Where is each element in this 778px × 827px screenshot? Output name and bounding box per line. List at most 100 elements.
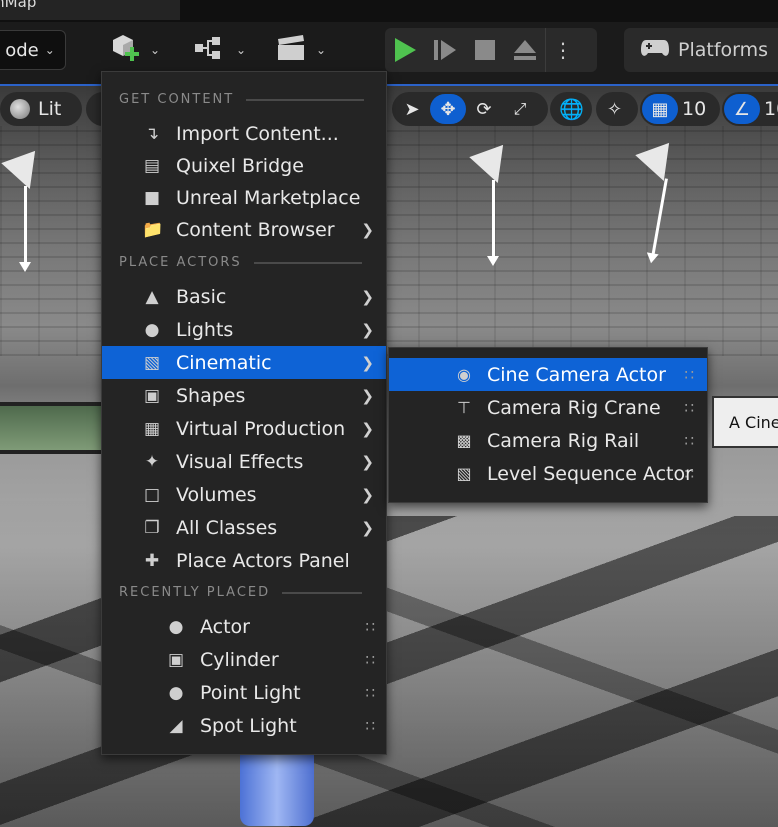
menu-item-virtual-production[interactable]: ▦ Virtual Production ❯: [102, 412, 386, 445]
section-label: PLACE ACTORS: [119, 255, 242, 270]
menu-item-basic[interactable]: ▲ Basic ❯: [102, 280, 386, 313]
menu-item-quixel-bridge[interactable]: ▤ Quixel Bridge: [102, 149, 386, 182]
scale-tool-button[interactable]: ⤢: [502, 94, 538, 124]
chevron-right-icon: ❯: [361, 386, 374, 405]
chevron-down-icon: ⌄: [316, 43, 327, 57]
section-get-content: GET CONTENT: [119, 92, 365, 107]
tooltip-text: A Cine: [729, 412, 778, 432]
drag-handle-icon[interactable]: ∷: [684, 465, 694, 483]
advance-frame-button[interactable]: [425, 28, 465, 72]
submenu-item-camera-rig-rail[interactable]: ▩ Camera Rig Rail ∷: [389, 424, 707, 457]
add-actor-icon: ✚: [144, 551, 160, 571]
recent-item-actor[interactable]: ● Actor ∷: [102, 610, 386, 643]
mode-label: ode: [5, 39, 39, 61]
menu-item-label: Content Browser: [176, 218, 335, 241]
chevron-right-icon: ❯: [361, 320, 374, 339]
drag-handle-icon[interactable]: ∷: [684, 399, 694, 417]
menu-item-place-actors-panel[interactable]: ✚ Place Actors Panel: [102, 544, 386, 577]
stack-icon: ❐: [144, 518, 160, 538]
menu-item-lights[interactable]: ● Lights ❯: [102, 313, 386, 346]
platforms-label: Platforms: [678, 39, 769, 61]
platforms-button[interactable]: Platforms: [624, 28, 778, 72]
recent-item-spot-light[interactable]: ◢ Spot Light ∷: [102, 709, 386, 742]
recent-item-cylinder[interactable]: ▣ Cylinder ∷: [102, 643, 386, 676]
drag-handle-icon[interactable]: ∷: [684, 432, 694, 450]
grid-snap-toggle[interactable]: ▦: [642, 94, 678, 124]
transform-tools: ➤ ✥ ⟳ ⤢: [392, 92, 548, 126]
drag-handle-icon[interactable]: ∷: [365, 618, 374, 636]
menu-item-shapes[interactable]: ▣ Shapes ❯: [102, 379, 386, 412]
chevron-right-icon: ❯: [361, 287, 374, 306]
menu-item-cinematic[interactable]: ▧ Cinematic ❯: [102, 346, 386, 379]
person-frame-icon: ▦: [143, 419, 161, 439]
chevron-down-icon: ⌄: [236, 43, 247, 57]
globe-icon: 🌐: [559, 97, 584, 121]
rotation-snap-toggle[interactable]: ∠: [724, 94, 760, 124]
import-icon: ↴: [144, 124, 160, 144]
spot-light-gizmo[interactable]: [1, 150, 52, 276]
play-options-button[interactable]: ⋮: [545, 28, 580, 72]
chevron-right-icon: ❯: [361, 220, 374, 239]
chevron-right-icon: ❯: [361, 419, 374, 438]
menu-item-import-content[interactable]: ↴ Import Content...: [102, 117, 386, 150]
recent-item-point-light[interactable]: ● Point Light ∷: [102, 676, 386, 709]
menu-item-label: Basic: [176, 285, 227, 308]
viewport-blue-mesh[interactable]: [240, 754, 314, 826]
rotation-snap-control[interactable]: ∠ 10: [722, 92, 778, 126]
menu-item-label: Unreal Marketplace: [176, 186, 361, 209]
drag-handle-icon[interactable]: ∷: [684, 366, 694, 384]
quick-add-button[interactable]: ⌄: [110, 32, 160, 68]
menu-item-visual-effects[interactable]: ✦ Visual Effects ❯: [102, 445, 386, 478]
drag-handle-icon[interactable]: ∷: [365, 684, 374, 702]
stop-button[interactable]: [465, 28, 505, 72]
view-mode-button[interactable]: Lit: [0, 92, 82, 126]
step-forward-icon: [434, 40, 456, 60]
menu-item-label: Cinematic: [176, 351, 272, 374]
rail-icon: ▩: [456, 431, 472, 450]
drag-handle-icon[interactable]: ∷: [365, 717, 374, 735]
submenu-item-camera-rig-crane[interactable]: ⊤ Camera Rig Crane ∷: [389, 391, 707, 424]
menu-item-all-classes[interactable]: ❐ All Classes ❯: [102, 511, 386, 544]
marketplace-icon: ■: [143, 188, 161, 208]
play-icon: [395, 38, 416, 62]
view-mode-label: Lit: [38, 98, 62, 120]
chevron-down-icon: ⌄: [150, 43, 161, 57]
eject-button[interactable]: [505, 28, 545, 72]
mode-dropdown[interactable]: ode ⌄: [0, 30, 66, 70]
select-tool-button[interactable]: ➤: [394, 94, 430, 124]
lit-sphere-icon: [10, 99, 30, 119]
coordinate-space-button[interactable]: 🌐: [550, 92, 592, 126]
surface-snap-button[interactable]: ✧: [596, 92, 638, 126]
menu-item-label: Volumes: [176, 483, 257, 506]
cinematics-button[interactable]: ⌄: [276, 32, 326, 68]
grid-icon: ▦: [651, 98, 669, 120]
cinematic-submenu: ◉ Cine Camera Actor ∷ ⊤ Camera Rig Crane…: [388, 347, 708, 503]
menu-item-volumes[interactable]: □ Volumes ❯: [102, 478, 386, 511]
viewport-window-strip: [0, 402, 110, 454]
translate-tool-button[interactable]: ✥: [430, 94, 466, 124]
spot-light-gizmo[interactable]: [469, 144, 520, 270]
blueprint-icon: [194, 36, 228, 64]
map-tab[interactable]: onMap: [0, 0, 180, 20]
submenu-item-cine-camera-actor[interactable]: ◉ Cine Camera Actor ∷: [389, 358, 707, 391]
grid-snap-value[interactable]: 10: [678, 98, 716, 120]
menu-item-label: All Classes: [176, 516, 278, 539]
cursor-icon: ➤: [404, 98, 420, 120]
rotation-snap-value[interactable]: 10: [760, 98, 778, 120]
menu-item-label: Virtual Production: [176, 417, 346, 440]
submenu-item-level-sequence-actor[interactable]: ▧ Level Sequence Actor ∷: [389, 457, 707, 490]
spot-light-gizmo[interactable]: [635, 142, 686, 268]
blueprint-button[interactable]: ⌄: [194, 32, 246, 68]
menu-item-label: Visual Effects: [176, 450, 304, 473]
camera-icon: ◉: [457, 365, 471, 384]
grid-snap-control[interactable]: ▦ 10: [640, 92, 720, 126]
clapper-icon: ▧: [456, 464, 472, 483]
menu-item-unreal-marketplace[interactable]: ■ Unreal Marketplace: [102, 181, 386, 214]
section-divider: [282, 591, 363, 594]
menu-item-content-browser[interactable]: 📁 Content Browser ❯: [102, 213, 386, 246]
rotate-tool-button[interactable]: ⟳: [466, 94, 502, 124]
play-button[interactable]: [385, 28, 425, 72]
submenu-item-label: Camera Rig Rail: [487, 429, 640, 452]
menu-item-label: Actor: [200, 615, 250, 638]
drag-handle-icon[interactable]: ∷: [365, 651, 374, 669]
